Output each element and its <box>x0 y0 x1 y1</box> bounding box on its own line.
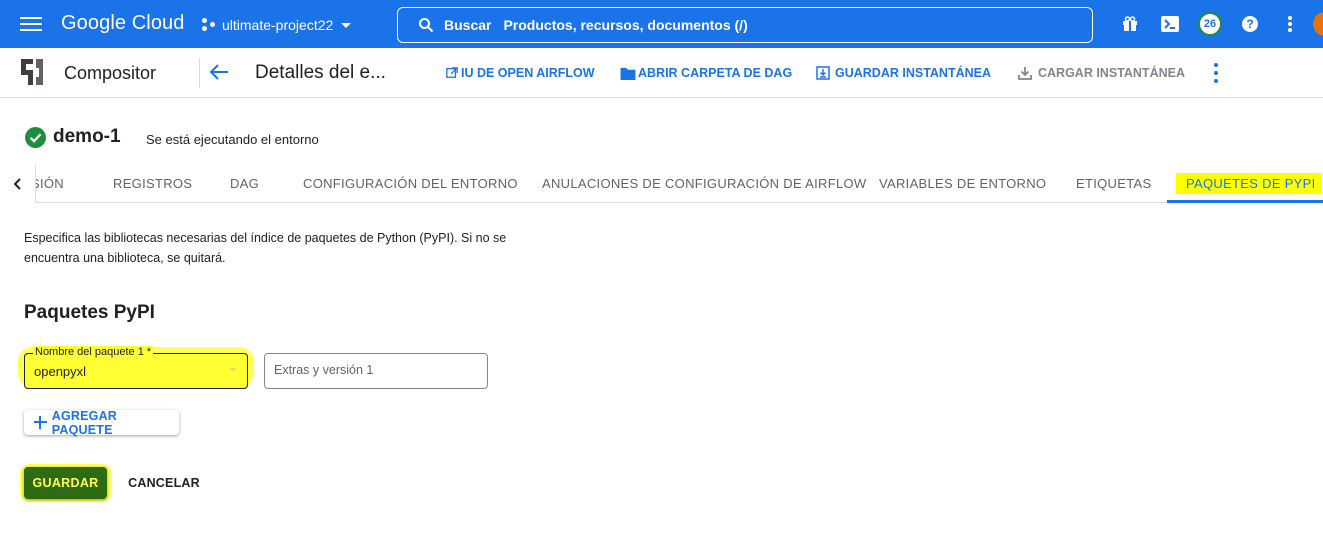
tab-environment-config[interactable]: CONFIGURACIÓN DEL ENTORNO <box>303 176 518 191</box>
project-selector[interactable]: ultimate-project22 <box>202 13 352 37</box>
open-in-new-icon <box>446 67 458 78</box>
load-snapshot-button[interactable]: CARGAR INSTANTÁNEA <box>1018 66 1185 80</box>
help-icon[interactable]: ? <box>1239 13 1261 35</box>
tab-pypi-packages-label: PAQUETES DE PYPI <box>1176 173 1322 194</box>
project-icon <box>202 18 216 32</box>
open-airflow-ui-button[interactable]: IU DE OPEN AIRFLOW <box>446 66 595 80</box>
load-snapshot-label: CARGAR INSTANTÁNEA <box>1038 66 1185 80</box>
top-app-bar: Google Cloud ultimate-project22 Buscar 2… <box>0 0 1323 48</box>
add-icon <box>34 416 47 429</box>
open-dag-folder-label: ABRIR CARPETA DE DAG <box>638 66 793 80</box>
save-label: GUARDAR <box>32 476 99 490</box>
section-title: Paquetes PyPI <box>24 302 155 323</box>
package-name-field[interactable]: Nombre del paquete 1 * openpyxl <box>24 346 248 389</box>
page-title: Detalles del e... <box>255 62 386 83</box>
check-circle-icon <box>25 127 46 148</box>
gift-icon[interactable] <box>1119 13 1141 35</box>
cloud-shell-icon[interactable] <box>1159 13 1181 35</box>
search-label: Buscar <box>444 17 492 33</box>
scroll-left-chevron-icon[interactable] <box>0 164 36 203</box>
save-snapshot-icon <box>816 66 830 80</box>
tab-airflow-config-overrides[interactable]: ANULACIONES DE CONFIGURACIÓN DE AIRFLOW <box>542 176 866 191</box>
environment-name: demo-1 <box>53 126 121 147</box>
tab-dag[interactable]: DAG <box>230 176 259 191</box>
folder-icon <box>620 67 636 80</box>
svg-text:?: ? <box>1246 17 1253 31</box>
google-cloud-logo[interactable]: Google Cloud <box>61 12 185 35</box>
active-tab-indicator <box>1167 200 1323 203</box>
pypi-description: Especifica las bibliotecas necesarias de… <box>24 231 507 265</box>
divider <box>199 58 200 88</box>
tab-labels[interactable]: ETIQUETAS <box>1076 176 1151 191</box>
more-actions-icon[interactable] <box>1209 63 1223 83</box>
extras-version-input[interactable] <box>274 363 474 377</box>
back-arrow-icon[interactable] <box>208 61 230 83</box>
project-name: ultimate-project22 <box>222 17 334 33</box>
add-package-button[interactable]: AGREGAR PAQUETE <box>24 408 179 437</box>
chevron-down-icon <box>341 22 352 28</box>
open-airflow-ui-label: IU DE OPEN AIRFLOW <box>461 66 595 80</box>
cancel-button[interactable]: CANCELAR <box>123 467 205 499</box>
environment-status: Se está ejecutando el entorno <box>146 132 319 147</box>
search-input[interactable] <box>503 17 1004 33</box>
extras-version-field[interactable] <box>264 353 488 389</box>
tab-bar: SIÓN REGISTROS DAG CONFIGURACIÓN DEL ENT… <box>0 164 1323 203</box>
dropdown-caret-icon <box>229 368 237 372</box>
product-toolbar: Compositor Detalles del e... IU DE OPEN … <box>0 48 1323 98</box>
tab-logs[interactable]: REGISTROS <box>113 176 192 191</box>
more-vert-icon[interactable] <box>1279 13 1301 35</box>
menu-icon[interactable] <box>20 14 42 34</box>
product-name: Compositor <box>64 63 157 83</box>
tab-environment-variables[interactable]: VARIABLES DE ENTORNO <box>879 176 1046 191</box>
add-package-label: AGREGAR PAQUETE <box>51 408 118 437</box>
download-icon <box>1018 67 1032 80</box>
save-snapshot-label: GUARDAR INSTANTÁNEA <box>835 66 992 80</box>
package-name-value: openpyxl <box>34 364 87 379</box>
composer-icon <box>19 57 45 87</box>
open-dag-folder-button[interactable]: ABRIR CARPETA DE DAG <box>620 66 792 80</box>
search-bar[interactable]: Buscar <box>397 7 1093 43</box>
save-button[interactable]: GUARDAR <box>24 467 107 499</box>
notifications-badge[interactable]: 26 <box>1198 12 1222 36</box>
save-snapshot-button[interactable]: GUARDAR INSTANTÁNEA <box>816 66 991 80</box>
avatar[interactable] <box>1313 12 1323 36</box>
tab-pypi-packages[interactable]: PAQUETES DE PYPI <box>1176 173 1322 194</box>
search-icon <box>419 18 434 33</box>
package-name-label: Nombre del paquete 1 * <box>33 346 154 358</box>
